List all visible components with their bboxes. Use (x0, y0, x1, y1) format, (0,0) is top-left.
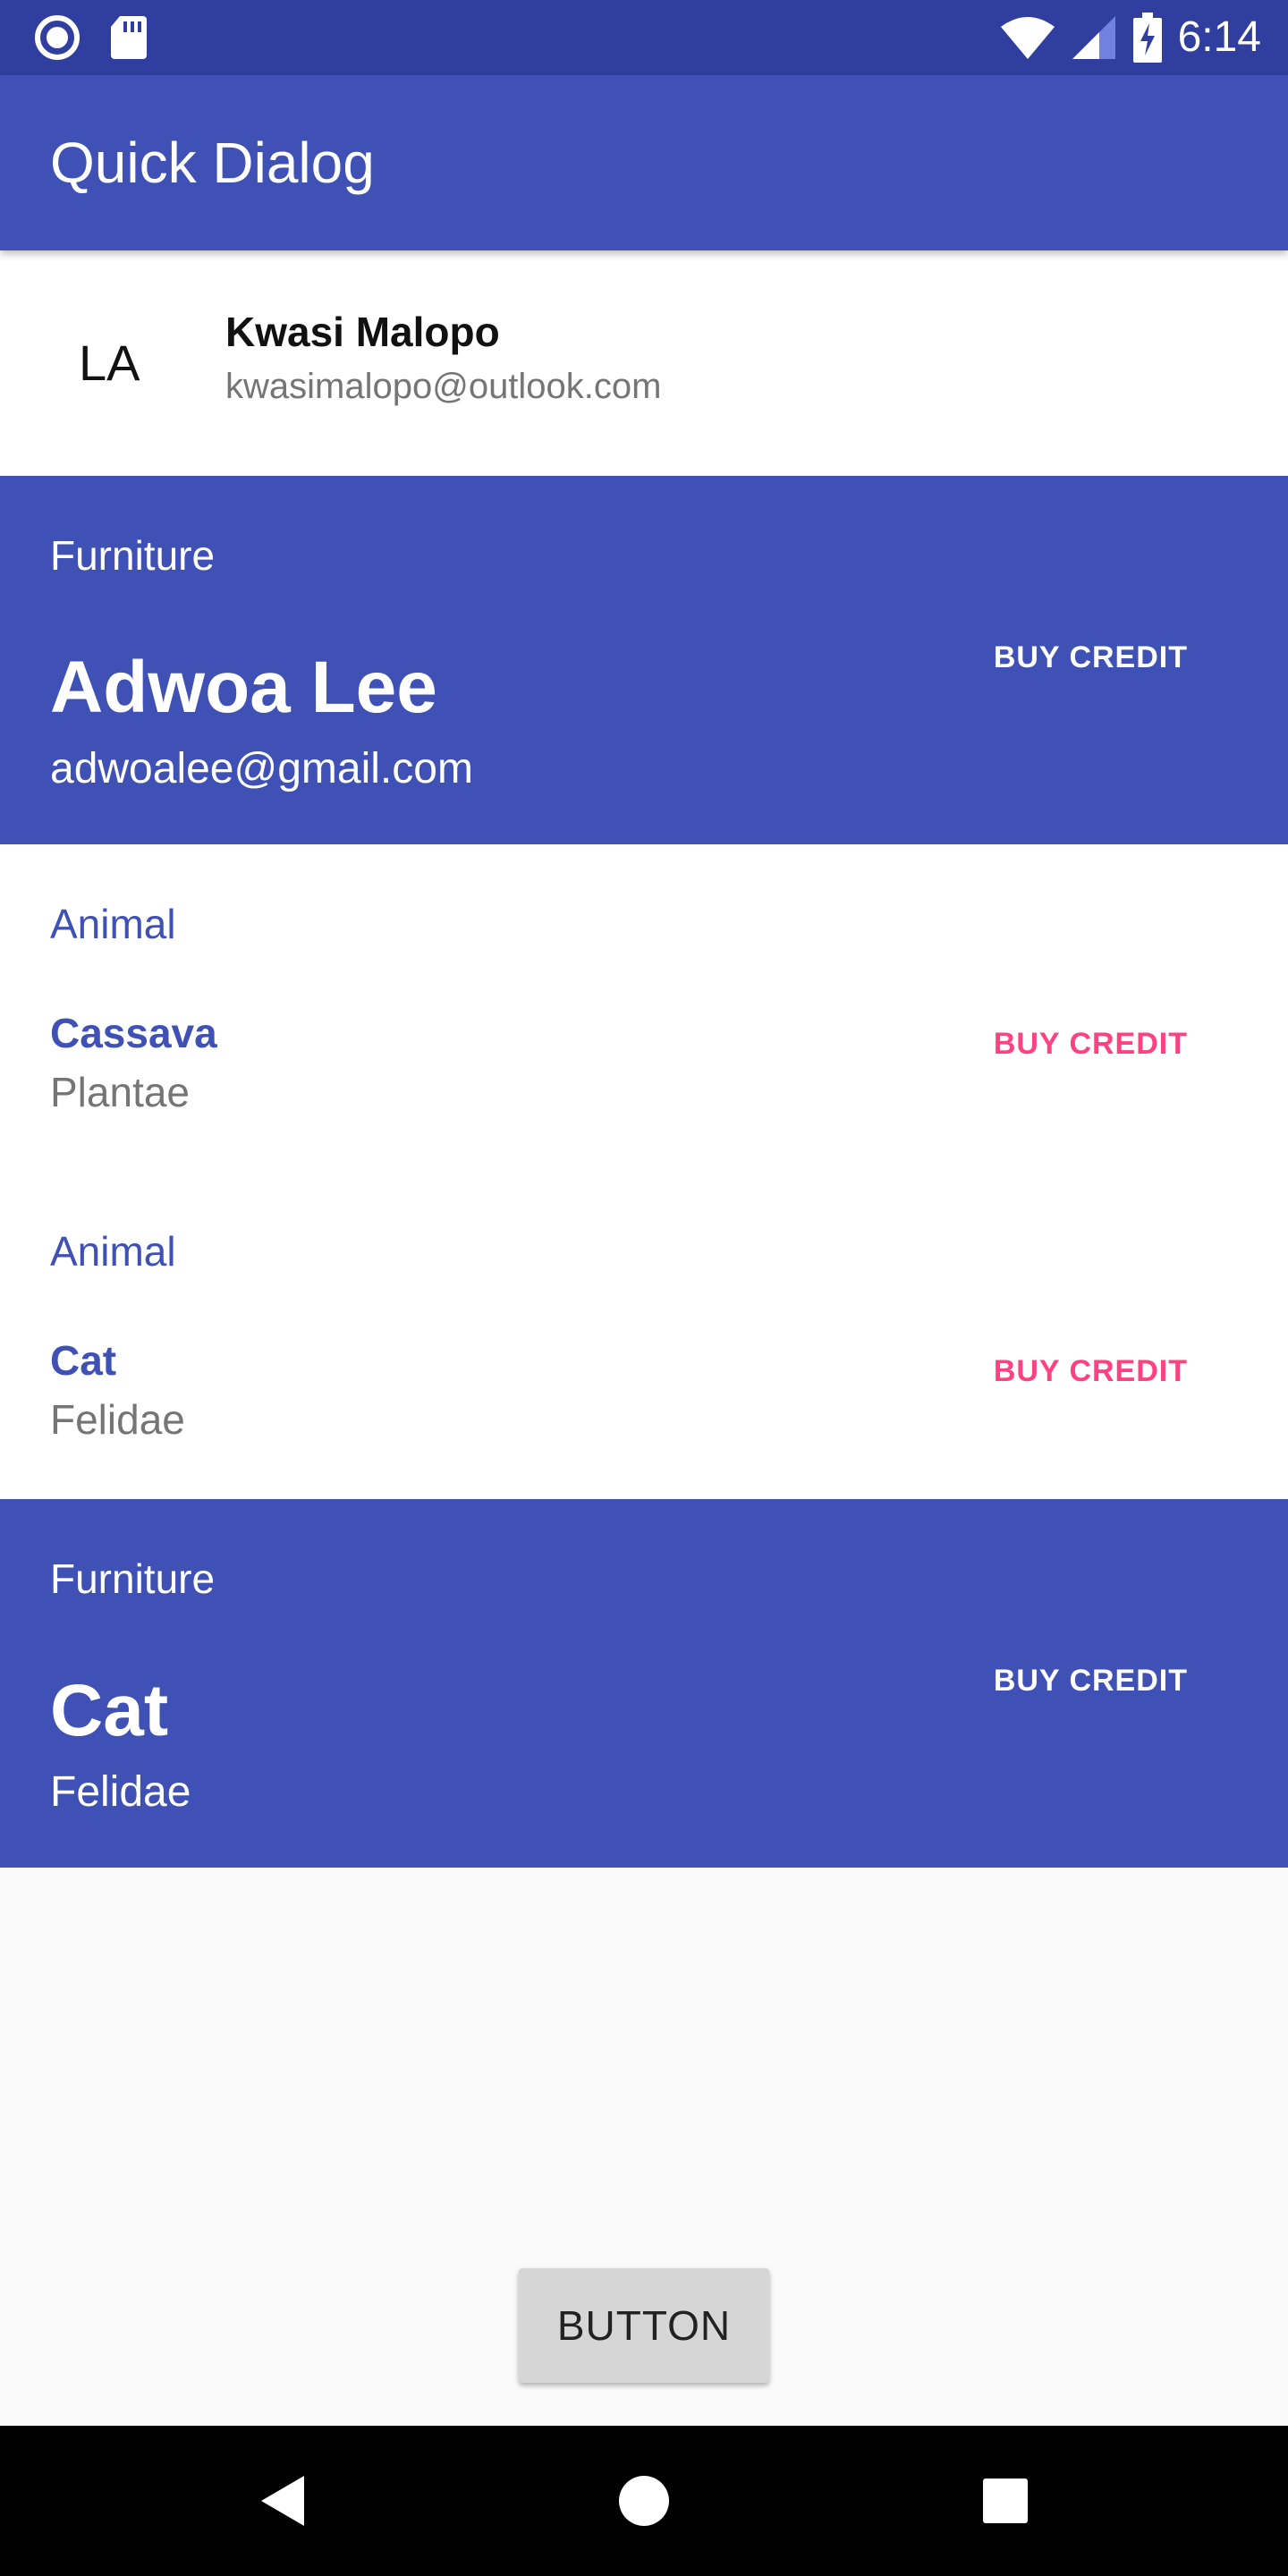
item-subtitle: Felidae (50, 1396, 185, 1443)
back-icon (261, 2476, 304, 2526)
avatar-initials: LA (79, 335, 140, 391)
recents-icon (983, 2479, 1028, 2523)
wifi-icon (1000, 17, 1055, 59)
item-title: Cat (50, 1670, 169, 1751)
back-button[interactable] (229, 2426, 336, 2576)
buy-credit-button[interactable]: BUY CREDIT (994, 1664, 1188, 1699)
item-title: Adwoa Lee (50, 647, 437, 728)
item-subtitle: adwoalee@gmail.com (50, 745, 473, 792)
item-title: Cat (50, 1337, 117, 1384)
buy-credit-button[interactable]: BUY CREDIT (994, 1354, 1188, 1389)
list-item[interactable]: Furniture Cat Felidae BUY CREDIT (0, 1499, 1288, 1868)
list-item[interactable]: Animal Cat Felidae BUY CREDIT (0, 1172, 1288, 1499)
status-bar: 6:14 (0, 0, 1288, 75)
radio-icon (35, 15, 80, 60)
app-bar: Quick Dialog (0, 75, 1288, 250)
item-title: Cassava (50, 1010, 217, 1056)
item-category: Furniture (50, 532, 216, 579)
battery-charging-icon (1132, 13, 1162, 63)
status-time: 6:14 (1177, 13, 1261, 61)
buy-credit-button[interactable]: BUY CREDIT (994, 640, 1188, 675)
list-item[interactable]: Animal Cassava Plantae BUY CREDIT (0, 844, 1288, 1172)
signal-icon (1072, 16, 1115, 59)
item-category: Animal (50, 901, 176, 947)
status-right-icons: 6:14 (999, 9, 1261, 66)
status-left-icons (34, 14, 148, 61)
navigation-bar (0, 2426, 1288, 2576)
item-category: Animal (50, 1228, 176, 1275)
main-button[interactable]: BUTTON (519, 2268, 769, 2383)
item-subtitle: Felidae (50, 1768, 191, 1816)
list-item[interactable]: Furniture Adwoa Lee adwoalee@gmail.com B… (0, 476, 1288, 844)
header-name: Kwasi Malopo (225, 309, 500, 355)
buy-credit-button[interactable]: BUY CREDIT (994, 1027, 1188, 1062)
recents-button[interactable] (952, 2426, 1059, 2576)
header-email: kwasimalopo@outlook.com (225, 367, 662, 406)
item-subtitle: Plantae (50, 1069, 191, 1115)
sd-card-icon (111, 16, 147, 59)
item-category: Furniture (50, 1555, 216, 1602)
home-button[interactable] (590, 2426, 698, 2576)
home-icon (619, 2476, 669, 2526)
header-card: LA Kwasi Malopo kwasimalopo@outlook.com (0, 250, 1288, 476)
app-title: Quick Dialog (50, 131, 375, 195)
